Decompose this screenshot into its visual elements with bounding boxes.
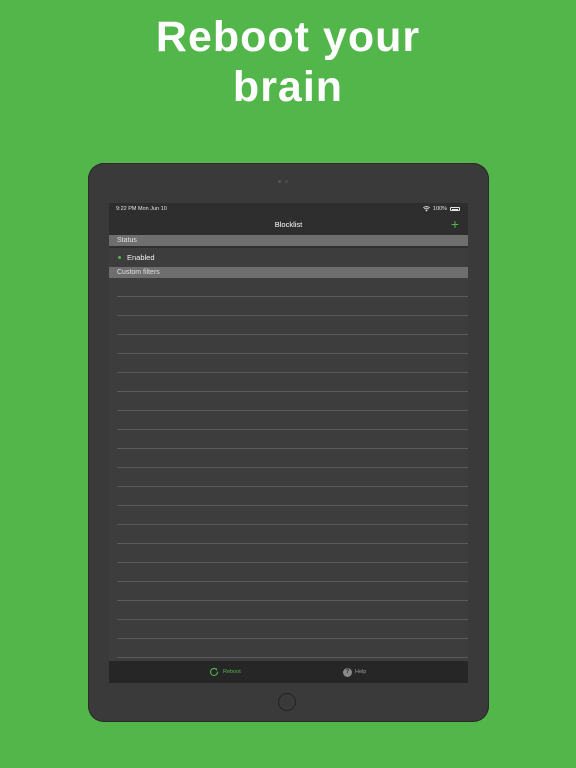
list-separator [117, 581, 468, 582]
home-button[interactable] [278, 693, 296, 711]
status-time: 9:22 PM Mon Jun 10 [116, 206, 167, 212]
list-separator [117, 334, 468, 335]
camera [278, 180, 290, 184]
add-filter-button[interactable]: + [449, 216, 461, 232]
list-separator [117, 543, 468, 544]
help-icon: ? [343, 667, 352, 677]
list-separator [117, 467, 468, 468]
list-separator [117, 391, 468, 392]
status-dot-icon [118, 256, 121, 259]
tablet-frame: 9:22 PM Mon Jun 10 100% Blocklist + Stat… [88, 163, 489, 722]
custom-filter-list [109, 278, 468, 661]
status-row[interactable]: Enabled [109, 248, 468, 267]
list-separator [117, 372, 468, 373]
list-separator [117, 410, 468, 411]
wifi-icon [422, 206, 430, 212]
status-indicators: 100% [422, 203, 460, 215]
plus-icon: + [450, 216, 460, 232]
list-separator [117, 448, 468, 449]
status-bar: 9:22 PM Mon Jun 10 100% [109, 203, 468, 215]
list-separator [117, 505, 468, 506]
status-value: Enabled [127, 253, 155, 262]
list-separator [117, 296, 468, 297]
list-separator [117, 657, 468, 658]
app-screen: 9:22 PM Mon Jun 10 100% Blocklist + Stat… [109, 203, 468, 683]
reboot-icon [210, 667, 219, 677]
tab-reboot-label: Reboot [223, 669, 241, 675]
list-separator [117, 524, 468, 525]
headline: Reboot your brain [0, 12, 576, 112]
page-title: Blocklist [274, 220, 303, 229]
battery-percent: 100% [432, 206, 447, 212]
battery-icon [450, 207, 460, 211]
tab-help[interactable]: ? Help [343, 661, 366, 683]
list-separator [117, 638, 468, 639]
list-separator [117, 600, 468, 601]
list-separator [117, 429, 468, 430]
section-header-status: Status [109, 235, 468, 246]
tab-help-label: Help [355, 669, 367, 675]
headline-line-2: brain [232, 63, 344, 111]
tab-bar: Reboot ? Help [109, 661, 468, 683]
list-separator [117, 315, 468, 316]
tab-reboot[interactable]: Reboot [208, 661, 241, 683]
headline-line-1: Reboot your [155, 13, 421, 61]
list-separator [117, 619, 468, 620]
list-separator [117, 353, 468, 354]
section-header-custom-filters: Custom filters [109, 267, 468, 278]
list-separator [117, 486, 468, 487]
navigation-bar: Blocklist + [109, 215, 468, 235]
list-separator [117, 562, 468, 563]
